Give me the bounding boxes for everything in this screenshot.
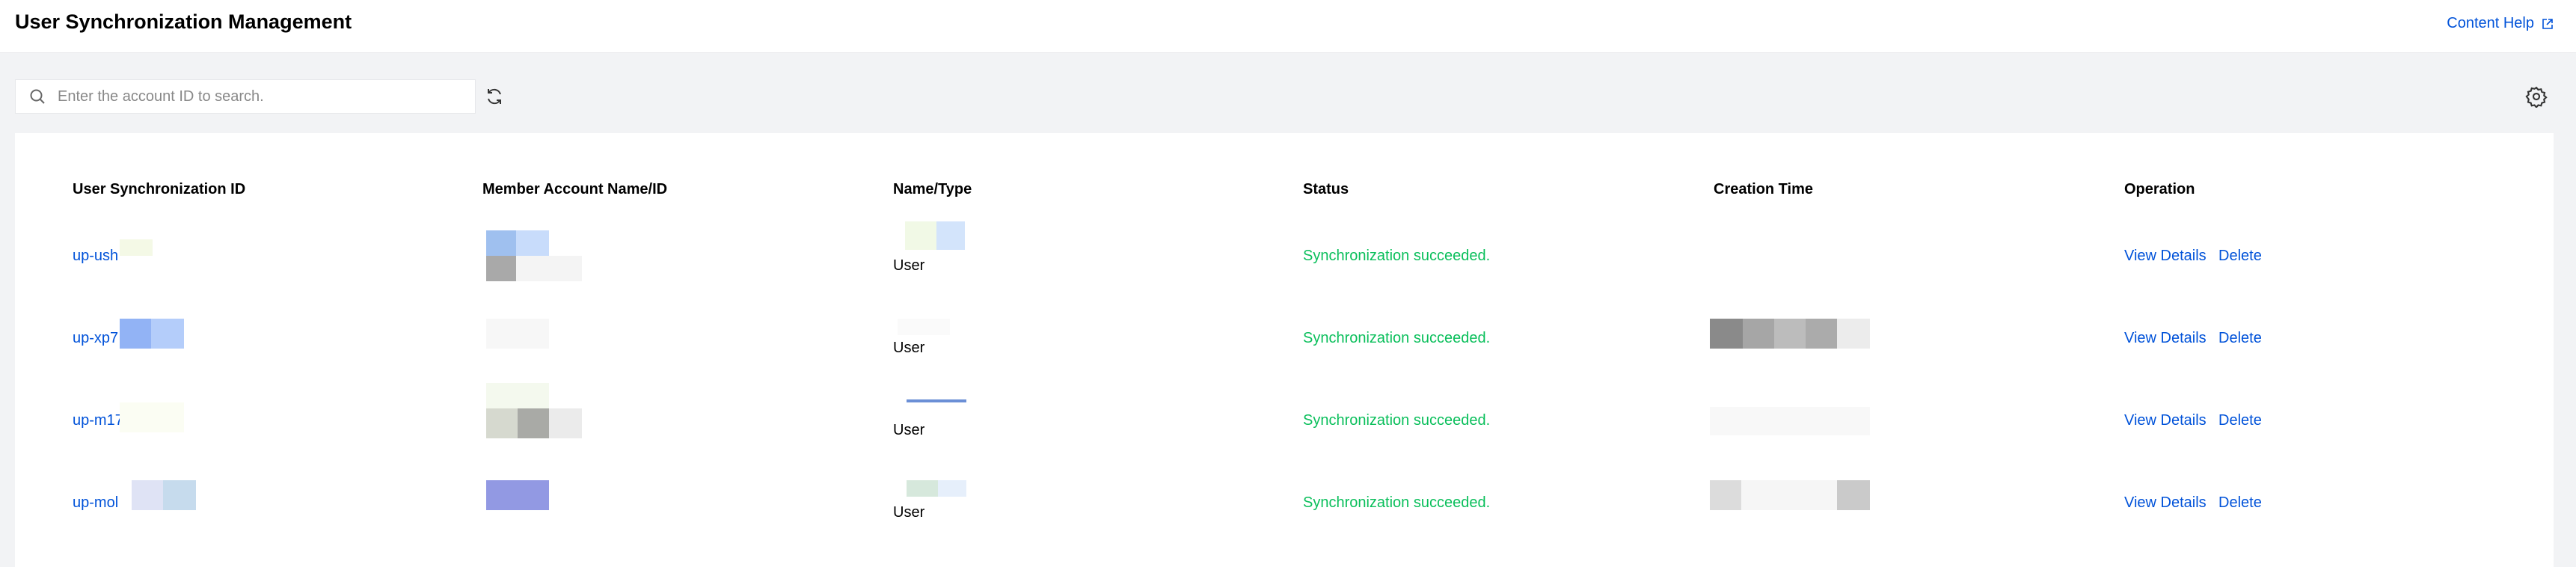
redacted-block bbox=[1710, 407, 1870, 435]
redacted-block bbox=[486, 480, 549, 510]
delete-link[interactable]: Delete bbox=[2218, 412, 2262, 429]
search-input[interactable] bbox=[56, 87, 463, 106]
view-details-link[interactable]: View Details bbox=[2124, 494, 2207, 512]
redacted-block bbox=[1710, 480, 1741, 510]
page-title: User Synchronization Management bbox=[15, 10, 352, 33]
search-box[interactable] bbox=[15, 79, 476, 114]
redacted-block bbox=[486, 256, 516, 281]
sync-id-link[interactable]: up-ush bbox=[73, 248, 118, 265]
redacted-block bbox=[936, 221, 965, 250]
redacted-block bbox=[518, 408, 549, 438]
redacted-block bbox=[1774, 319, 1806, 349]
redacted-block bbox=[907, 399, 966, 402]
redacted-block bbox=[486, 408, 518, 438]
status-text: Synchronization succeeded. bbox=[1303, 330, 1491, 346]
refresh-icon[interactable] bbox=[485, 87, 504, 106]
column-header-operation: Operation bbox=[2124, 181, 2195, 197]
content-help-label: Content Help bbox=[2447, 15, 2534, 31]
search-icon bbox=[29, 88, 46, 105]
redacted-block bbox=[120, 239, 153, 256]
redacted-block bbox=[163, 480, 196, 510]
redacted-block bbox=[1741, 480, 1837, 510]
redacted-block bbox=[1710, 319, 1743, 349]
redacted-block bbox=[549, 408, 582, 438]
type-text: User bbox=[893, 340, 925, 356]
redacted-block bbox=[486, 383, 549, 408]
top-bar: User Synchronization Management Content … bbox=[0, 0, 2576, 53]
view-details-link[interactable]: View Details bbox=[2124, 412, 2207, 429]
status-text: Synchronization succeeded. bbox=[1303, 248, 1491, 264]
delete-link[interactable]: Delete bbox=[2218, 494, 2262, 512]
sync-id-link[interactable]: up-xp7 bbox=[73, 330, 118, 347]
view-details-link[interactable]: View Details bbox=[2124, 248, 2207, 265]
status-text: Synchronization succeeded. bbox=[1303, 494, 1491, 511]
type-text: User bbox=[893, 257, 925, 274]
type-text: User bbox=[893, 422, 925, 438]
redacted-block bbox=[132, 480, 163, 510]
column-header-sync-id: User Synchronization ID bbox=[73, 181, 246, 197]
redacted-block bbox=[938, 480, 966, 497]
redacted-block bbox=[1837, 480, 1870, 510]
external-link-icon bbox=[2542, 18, 2553, 29]
column-header-status: Status bbox=[1303, 181, 1349, 197]
redacted-block bbox=[1837, 319, 1870, 349]
redacted-block bbox=[1806, 319, 1837, 349]
sync-id-link[interactable]: up-mol bbox=[73, 494, 118, 512]
redacted-block bbox=[151, 319, 184, 349]
redacted-block bbox=[905, 221, 936, 250]
redacted-block bbox=[120, 402, 184, 432]
delete-link[interactable]: Delete bbox=[2218, 248, 2262, 265]
redacted-block bbox=[907, 480, 938, 497]
column-header-creation-time: Creation Time bbox=[1714, 181, 1813, 197]
redacted-block bbox=[1743, 319, 1774, 349]
delete-link[interactable]: Delete bbox=[2218, 330, 2262, 347]
redacted-block bbox=[120, 319, 151, 349]
status-text: Synchronization succeeded. bbox=[1303, 412, 1491, 429]
gear-icon[interactable] bbox=[2525, 85, 2548, 108]
redacted-block bbox=[486, 319, 549, 349]
redacted-block bbox=[516, 230, 549, 256]
type-text: User bbox=[893, 504, 925, 521]
column-header-name-type: Name/Type bbox=[893, 181, 972, 197]
table-panel: User Synchronization ID Member Account N… bbox=[15, 133, 2554, 567]
column-header-member-account: Member Account Name/ID bbox=[482, 181, 668, 197]
redacted-block bbox=[486, 230, 516, 256]
redacted-block bbox=[516, 256, 582, 281]
redacted-block bbox=[898, 319, 950, 335]
sync-id-link[interactable]: up-m17 bbox=[73, 412, 123, 429]
view-details-link[interactable]: View Details bbox=[2124, 330, 2207, 347]
content-help-link[interactable]: Content Help bbox=[2447, 15, 2554, 32]
